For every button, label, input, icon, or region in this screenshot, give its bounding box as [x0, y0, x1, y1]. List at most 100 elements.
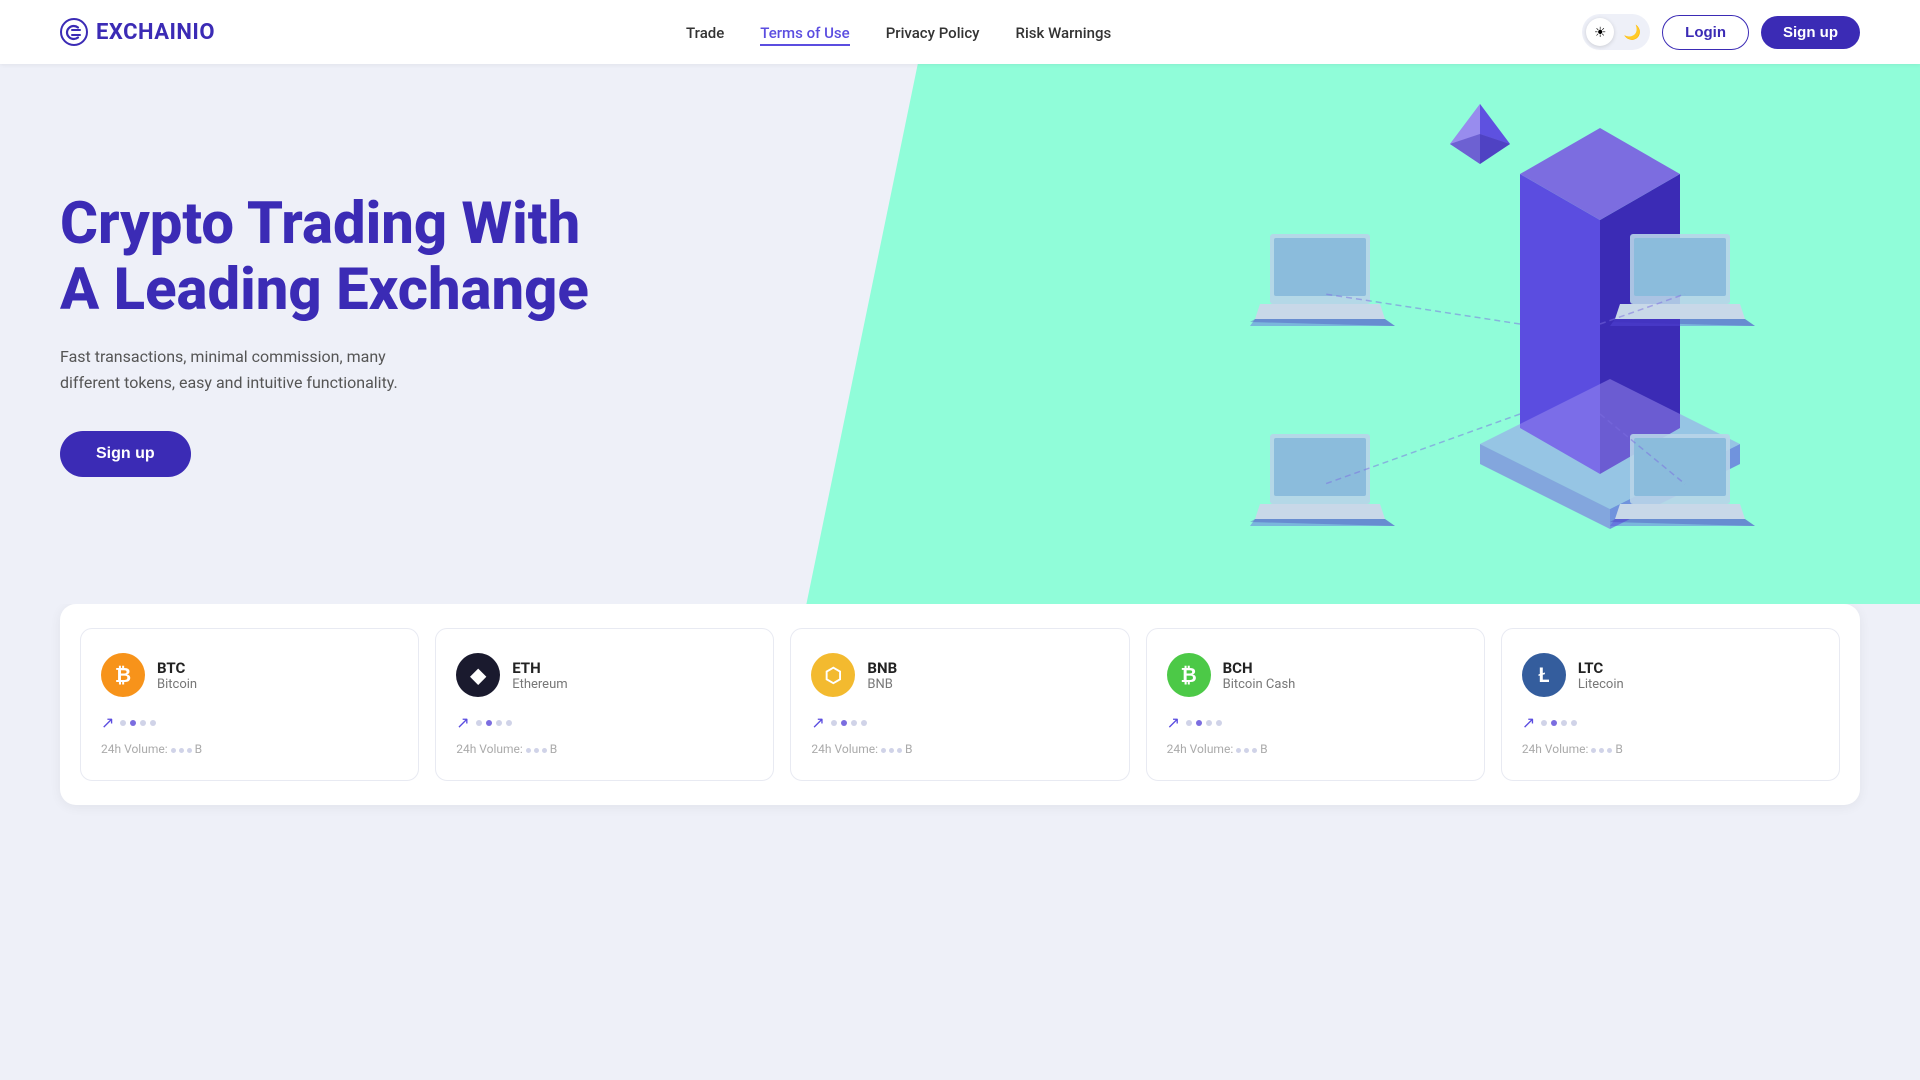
eth-volume-label: 24h Volume: [456, 742, 523, 756]
dot [861, 720, 867, 726]
dot [1216, 720, 1222, 726]
btc-ticker: BTC [157, 659, 197, 677]
btc-volume-label: 24h Volume: [101, 742, 168, 756]
ltc-chart: ↗ [1522, 713, 1819, 732]
dot [1551, 720, 1557, 726]
eth-volume-unit: B [550, 742, 557, 756]
ltc-name: Litecoin [1578, 677, 1624, 692]
vol-dot [1599, 748, 1604, 753]
navbar: EXCHAINIO Trade Terms of Use Privacy Pol… [0, 0, 1920, 64]
hero-title: Crypto Trading With A Leading Exchange [60, 191, 620, 324]
login-button[interactable]: Login [1662, 15, 1749, 50]
crypto-card-ltc: Ł LTC Litecoin ↗ 24h Volume: [1501, 628, 1840, 781]
ltc-icon: Ł [1522, 653, 1566, 697]
ltc-volume: 24h Volume: B [1522, 742, 1819, 756]
card-header-btc: ₿ BTC Bitcoin [101, 653, 398, 697]
dot [1541, 720, 1547, 726]
dot [130, 720, 136, 726]
bnb-volume: 24h Volume: B [811, 742, 1108, 756]
vol-dot [897, 748, 902, 753]
nav-links: Trade Terms of Use Privacy Policy Risk W… [686, 23, 1111, 42]
nav-privacy[interactable]: Privacy Policy [886, 24, 980, 42]
vol-dot [179, 748, 184, 753]
signup-button-hero[interactable]: Sign up [60, 431, 191, 477]
dark-mode-button[interactable]: 🌙 [1618, 18, 1646, 46]
vol-dot [171, 748, 176, 753]
bch-icon: ₿ [1167, 653, 1211, 697]
hero-content: Crypto Trading With A Leading Exchange F… [0, 111, 680, 558]
hero-section: Crypto Trading With A Leading Exchange F… [0, 64, 1920, 604]
dot [831, 720, 837, 726]
theme-toggle: ☀ 🌙 [1582, 14, 1650, 50]
eth-volume: 24h Volume: B [456, 742, 753, 756]
logo-icon [60, 18, 88, 46]
navbar-right: ☀ 🌙 Login Sign up [1582, 14, 1860, 50]
bnb-volume-unit: B [905, 742, 912, 756]
hero-illustration-svg [1180, 74, 1860, 594]
signup-button-nav[interactable]: Sign up [1761, 16, 1860, 49]
vol-dot [1591, 748, 1596, 753]
btc-icon: ₿ [101, 653, 145, 697]
hero-illustration [1180, 74, 1860, 594]
card-header-eth: ◆ ETH Ethereum [456, 653, 753, 697]
vol-dot [542, 748, 547, 753]
bnb-icon: ⬡ [811, 653, 855, 697]
bnb-ticker: BNB [867, 659, 897, 677]
bnb-name: BNB [867, 677, 897, 692]
ltc-trend: ↗ [1522, 713, 1535, 732]
light-mode-button[interactable]: ☀ [1586, 18, 1614, 46]
btc-name-group: BTC Bitcoin [157, 659, 197, 692]
eth-name-group: ETH Ethereum [512, 659, 567, 692]
dot [150, 720, 156, 726]
bch-volume-label: 24h Volume: [1167, 742, 1234, 756]
vol-dot [1244, 748, 1249, 753]
ltc-volume-unit: B [1615, 742, 1622, 756]
card-header-ltc: Ł LTC Litecoin [1522, 653, 1819, 697]
eth-chart: ↗ [456, 713, 753, 732]
nav-trade[interactable]: Trade [686, 24, 724, 42]
dot [1196, 720, 1202, 726]
bch-name-group: BCH Bitcoin Cash [1223, 659, 1296, 692]
bch-chart-dots [1186, 720, 1222, 726]
crypto-card-bch: ₿ BCH Bitcoin Cash ↗ 24h Volume: [1146, 628, 1485, 781]
dot [476, 720, 482, 726]
btc-trend: ↗ [101, 713, 114, 732]
dot [120, 720, 126, 726]
vol-dot [1236, 748, 1241, 753]
bnb-chart: ↗ [811, 713, 1108, 732]
crypto-card-eth: ◆ ETH Ethereum ↗ 24h Volume: [435, 628, 774, 781]
ltc-name-group: LTC Litecoin [1578, 659, 1624, 692]
dot [506, 720, 512, 726]
bch-volume-unit: B [1260, 742, 1267, 756]
bnb-trend: ↗ [811, 713, 824, 732]
vol-dot [1607, 748, 1612, 753]
cards-wrapper: ₿ BTC Bitcoin ↗ 24h Volume: [60, 604, 1860, 805]
vol-dot [187, 748, 192, 753]
dot [496, 720, 502, 726]
eth-name: Ethereum [512, 677, 567, 692]
bnb-volume-label: 24h Volume: [811, 742, 878, 756]
nav-terms[interactable]: Terms of Use [760, 24, 849, 46]
crypto-card-btc: ₿ BTC Bitcoin ↗ 24h Volume: [80, 628, 419, 781]
ltc-ticker: LTC [1578, 659, 1624, 677]
dot [1571, 720, 1577, 726]
ltc-volume-label: 24h Volume: [1522, 742, 1589, 756]
eth-chart-dots [476, 720, 512, 726]
dot [1561, 720, 1567, 726]
nav-risk[interactable]: Risk Warnings [1016, 24, 1112, 42]
vol-dot [526, 748, 531, 753]
eth-trend: ↗ [456, 713, 469, 732]
vol-dot [1252, 748, 1257, 753]
bnb-name-group: BNB BNB [867, 659, 897, 692]
bch-chart: ↗ [1167, 713, 1464, 732]
dot [841, 720, 847, 726]
crypto-card-bnb: ⬡ BNB BNB ↗ 24h Volume: [790, 628, 1129, 781]
btc-volume-unit: B [195, 742, 202, 756]
vol-dot [881, 748, 886, 753]
dot [140, 720, 146, 726]
bnb-chart-dots [831, 720, 867, 726]
btc-chart-dots [120, 720, 156, 726]
dot [486, 720, 492, 726]
logo-link[interactable]: EXCHAINIO [60, 18, 215, 46]
bch-volume: 24h Volume: B [1167, 742, 1464, 756]
